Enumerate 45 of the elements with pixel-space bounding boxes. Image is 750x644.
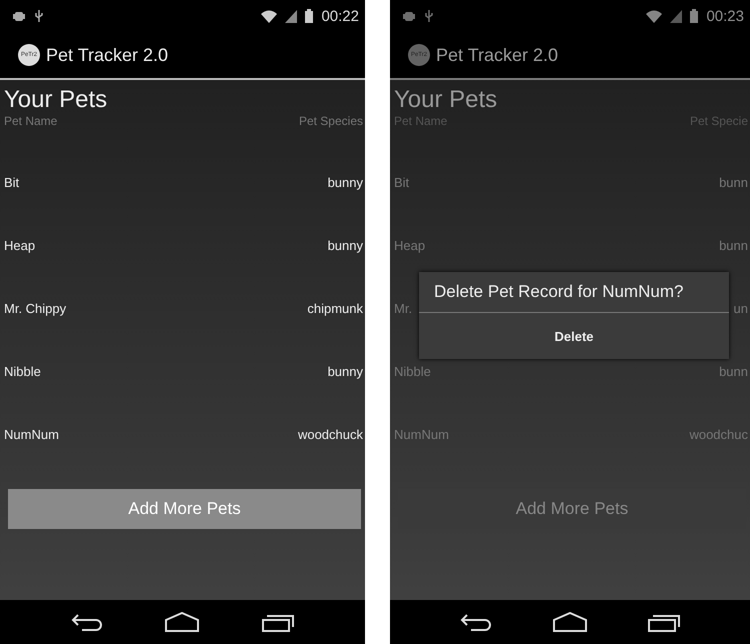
dialog-title: Delete Pet Record for NumNum? xyxy=(419,272,729,313)
recent-apps-icon[interactable] xyxy=(260,612,295,632)
pet-name[interactable]: Heap xyxy=(4,238,36,256)
usb-icon xyxy=(34,9,44,23)
wifi-icon xyxy=(646,10,662,22)
signal-icon xyxy=(670,10,682,22)
battery-icon xyxy=(690,9,698,23)
battery-icon xyxy=(305,9,314,23)
usb-icon xyxy=(424,9,434,23)
status-time: 00:22 xyxy=(321,8,359,24)
pet-species[interactable]: bunn xyxy=(719,364,748,382)
recent-apps-icon[interactable] xyxy=(646,612,681,632)
section-heading: Your Pets xyxy=(3,85,108,114)
status-time: 00:23 xyxy=(706,8,744,24)
pet-species[interactable]: chipmunk xyxy=(307,301,363,319)
pet-species[interactable]: bunn xyxy=(719,175,748,193)
add-pets-button[interactable]: Add More Pets xyxy=(8,489,361,529)
pet-name[interactable]: Mr. xyxy=(394,301,412,319)
wifi-icon xyxy=(261,10,278,22)
column-header: Pet Species xyxy=(298,114,363,128)
back-icon[interactable] xyxy=(70,612,104,632)
app-title: Pet Tracker 2.0 xyxy=(46,44,168,66)
pet-species[interactable]: bunn xyxy=(719,238,748,256)
pet-name[interactable]: Nibble xyxy=(4,364,41,382)
home-icon[interactable] xyxy=(164,612,200,632)
app-title: Pet Tracker 2.0 xyxy=(436,44,558,66)
pet-species[interactable]: bunny xyxy=(328,238,363,256)
pet-name[interactable]: NumNum xyxy=(4,427,59,445)
pet-species[interactable]: bunny xyxy=(328,364,363,382)
pet-species[interactable]: un xyxy=(734,301,748,319)
pet-name[interactable]: Nibble xyxy=(394,364,431,382)
pet-name[interactable]: Heap xyxy=(394,238,426,256)
back-icon[interactable] xyxy=(459,612,494,632)
pet-name[interactable]: Bit xyxy=(394,175,410,193)
pet-species[interactable]: woodchuck xyxy=(298,427,363,445)
home-icon[interactable] xyxy=(552,612,588,632)
section-heading: Your Pets xyxy=(393,85,498,114)
pet-name[interactable]: Bit xyxy=(4,175,20,193)
pet-species[interactable]: woodchuc xyxy=(689,427,748,445)
pet-name[interactable]: NumNum xyxy=(394,427,449,445)
pet-name[interactable]: Mr. Chippy xyxy=(4,301,66,319)
pet-species[interactable]: bunny xyxy=(328,175,363,193)
delete-button[interactable]: Delete xyxy=(419,313,729,359)
column-header: Pet Name xyxy=(4,114,58,128)
signal-icon xyxy=(285,10,298,22)
